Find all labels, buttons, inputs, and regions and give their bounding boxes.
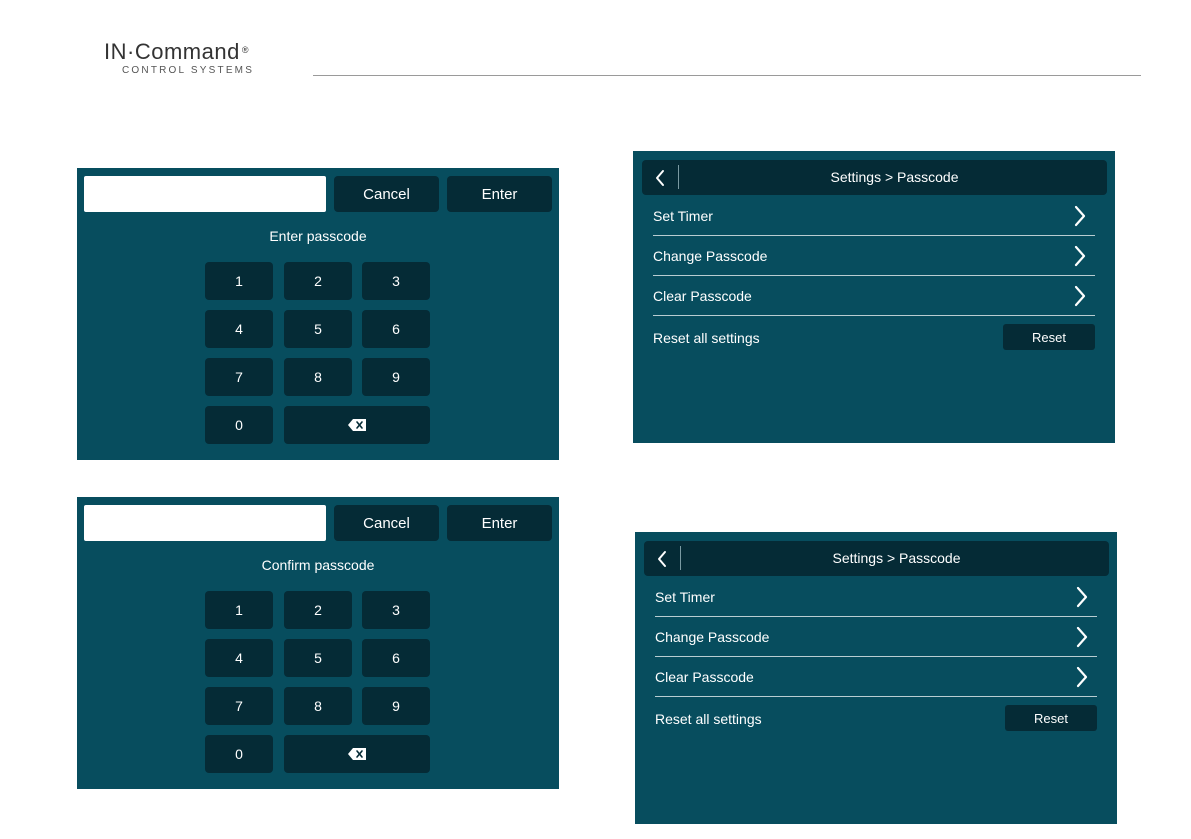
settings-passcode-panel: Settings > Passcode Set Timer Change Pas… (635, 532, 1117, 824)
key-6[interactable]: 6 (362, 310, 430, 348)
key-2[interactable]: 2 (284, 262, 352, 300)
breadcrumb-title: Settings > Passcode (832, 550, 961, 566)
header-divider (678, 165, 679, 189)
backspace-icon (348, 419, 366, 431)
settings-passcode-panel: Settings > Passcode Set Timer Change Pas… (633, 151, 1115, 443)
reset-button[interactable]: Reset (1005, 705, 1097, 731)
key-4[interactable]: 4 (205, 639, 273, 677)
menu-item-label: Change Passcode (655, 629, 770, 645)
key-7[interactable]: 7 (205, 358, 273, 396)
chevron-left-icon (658, 551, 666, 567)
menu-item-label: Set Timer (653, 208, 713, 224)
header-divider (313, 75, 1141, 76)
menu-item-clear-passcode[interactable]: Clear Passcode (655, 657, 1097, 697)
keypad-prompt: Confirm passcode (261, 557, 375, 573)
menu-item-set-timer[interactable]: Set Timer (655, 577, 1097, 617)
key-9[interactable]: 9 (362, 687, 430, 725)
brand-logo: IN·Command ® CONTROL SYSTEMS (104, 39, 255, 77)
menu-item-label: Clear Passcode (653, 288, 752, 304)
reset-all-settings-label: Reset all settings (655, 711, 762, 727)
key-0[interactable]: 0 (205, 406, 273, 444)
key-3[interactable]: 3 (362, 591, 430, 629)
menu-item-change-passcode[interactable]: Change Passcode (655, 617, 1097, 657)
keypad-prompt: Enter passcode (269, 228, 367, 244)
chevron-right-icon (1076, 626, 1088, 648)
reset-all-settings-row: Reset all settings Reset (653, 317, 1095, 357)
enter-button[interactable]: Enter (447, 505, 552, 541)
key-8[interactable]: 8 (284, 687, 352, 725)
settings-header: Settings > Passcode (642, 160, 1107, 195)
brand-name: IN·Command (104, 39, 240, 64)
menu-item-change-passcode[interactable]: Change Passcode (653, 236, 1095, 276)
chevron-right-icon (1076, 586, 1088, 608)
key-1[interactable]: 1 (205, 262, 273, 300)
cancel-button[interactable]: Cancel (334, 176, 439, 212)
menu-item-label: Change Passcode (653, 248, 768, 264)
passcode-display-field[interactable] (84, 176, 326, 212)
key-0[interactable]: 0 (205, 735, 273, 773)
breadcrumb-title: Settings > Passcode (830, 169, 959, 185)
keypad-panel-confirm: Cancel Enter Confirm passcode 1 2 3 4 5 … (77, 497, 559, 789)
back-button[interactable] (650, 167, 670, 189)
back-button[interactable] (652, 548, 672, 570)
reset-all-settings-row: Reset all settings Reset (655, 698, 1097, 738)
passcode-display-field[interactable] (84, 505, 326, 541)
key-5[interactable]: 5 (284, 639, 352, 677)
backspace-button[interactable] (284, 406, 430, 444)
key-1[interactable]: 1 (205, 591, 273, 629)
reset-button[interactable]: Reset (1003, 324, 1095, 350)
menu-item-clear-passcode[interactable]: Clear Passcode (653, 276, 1095, 316)
chevron-left-icon (656, 170, 664, 186)
key-5[interactable]: 5 (284, 310, 352, 348)
key-9[interactable]: 9 (362, 358, 430, 396)
menu-item-label: Clear Passcode (655, 669, 754, 685)
menu-item-label: Set Timer (655, 589, 715, 605)
brand-subtitle: CONTROL SYSTEMS (122, 65, 255, 76)
keypad-panel-enter: Cancel Enter Enter passcode 1 2 3 4 5 6 … (77, 168, 559, 460)
settings-header: Settings > Passcode (644, 541, 1109, 576)
key-3[interactable]: 3 (362, 262, 430, 300)
key-6[interactable]: 6 (362, 639, 430, 677)
chevron-right-icon (1074, 245, 1086, 267)
chevron-right-icon (1074, 205, 1086, 227)
key-4[interactable]: 4 (205, 310, 273, 348)
cancel-button[interactable]: Cancel (334, 505, 439, 541)
enter-button[interactable]: Enter (447, 176, 552, 212)
key-2[interactable]: 2 (284, 591, 352, 629)
chevron-right-icon (1076, 666, 1088, 688)
backspace-button[interactable] (284, 735, 430, 773)
registered-mark: ® (241, 45, 249, 55)
key-7[interactable]: 7 (205, 687, 273, 725)
menu-item-set-timer[interactable]: Set Timer (653, 196, 1095, 236)
reset-all-settings-label: Reset all settings (653, 330, 760, 346)
chevron-right-icon (1074, 285, 1086, 307)
backspace-icon (348, 748, 366, 760)
header-divider (680, 546, 681, 570)
key-8[interactable]: 8 (284, 358, 352, 396)
